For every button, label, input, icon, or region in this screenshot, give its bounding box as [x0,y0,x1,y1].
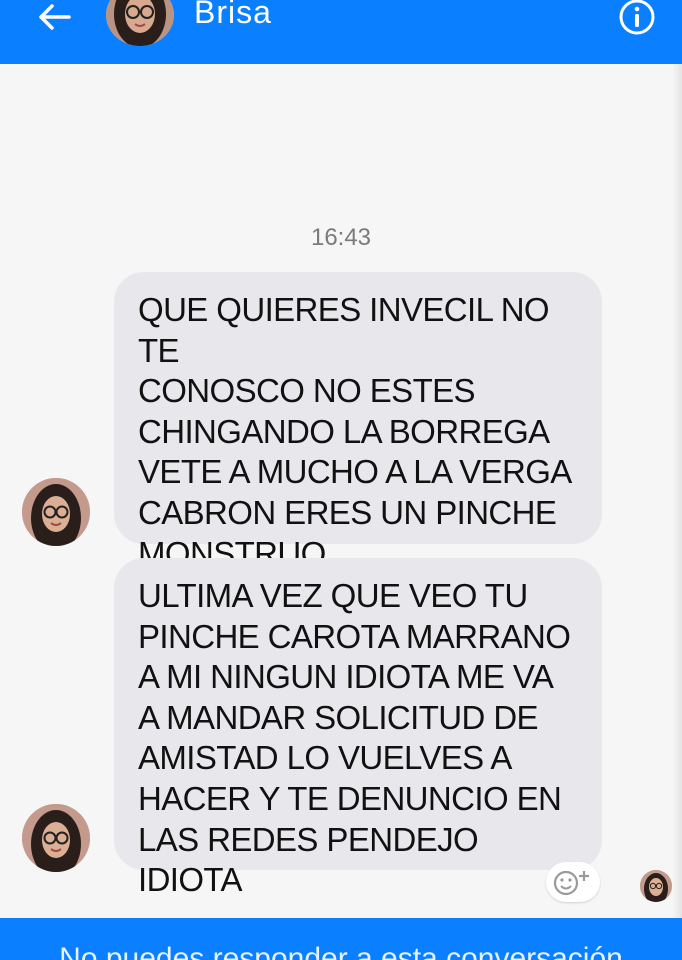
profile-photo [640,870,672,902]
profile-photo [22,478,90,546]
screen-edge-shadow [672,64,682,918]
add-reaction-icon [553,870,589,896]
seen-indicator-avatar [640,870,672,902]
conversation-header: Brisa [0,0,682,64]
info-icon [619,0,655,35]
sender-avatar[interactable] [22,478,90,546]
message-bubble[interactable]: ULTIMA VEZ QUE VEO TU PINCHE CAROTA MARR… [114,558,602,898]
contact-name[interactable]: Brisa [194,0,272,31]
profile-photo [106,0,174,46]
profile-photo [22,804,90,872]
contact-avatar[interactable] [106,0,174,46]
info-button[interactable] [618,0,656,36]
back-button[interactable] [30,0,78,34]
cannot-reply-banner: No puedes responder a esta conversación [0,918,682,960]
add-reaction-button[interactable] [546,862,600,902]
sender-avatar[interactable] [22,804,90,872]
message-bubble[interactable]: QUE QUIERES INVECIL NO TE CONOSCO NO EST… [114,272,602,572]
message-timestamp: 16:43 [310,224,372,251]
cannot-reply-text: No puedes responder a esta conversación [59,942,623,960]
arrow-left-icon [39,4,71,30]
messenger-screen: Brisa 16:43 QUE QUIERES INVECIL NO TE CO… [0,0,682,960]
